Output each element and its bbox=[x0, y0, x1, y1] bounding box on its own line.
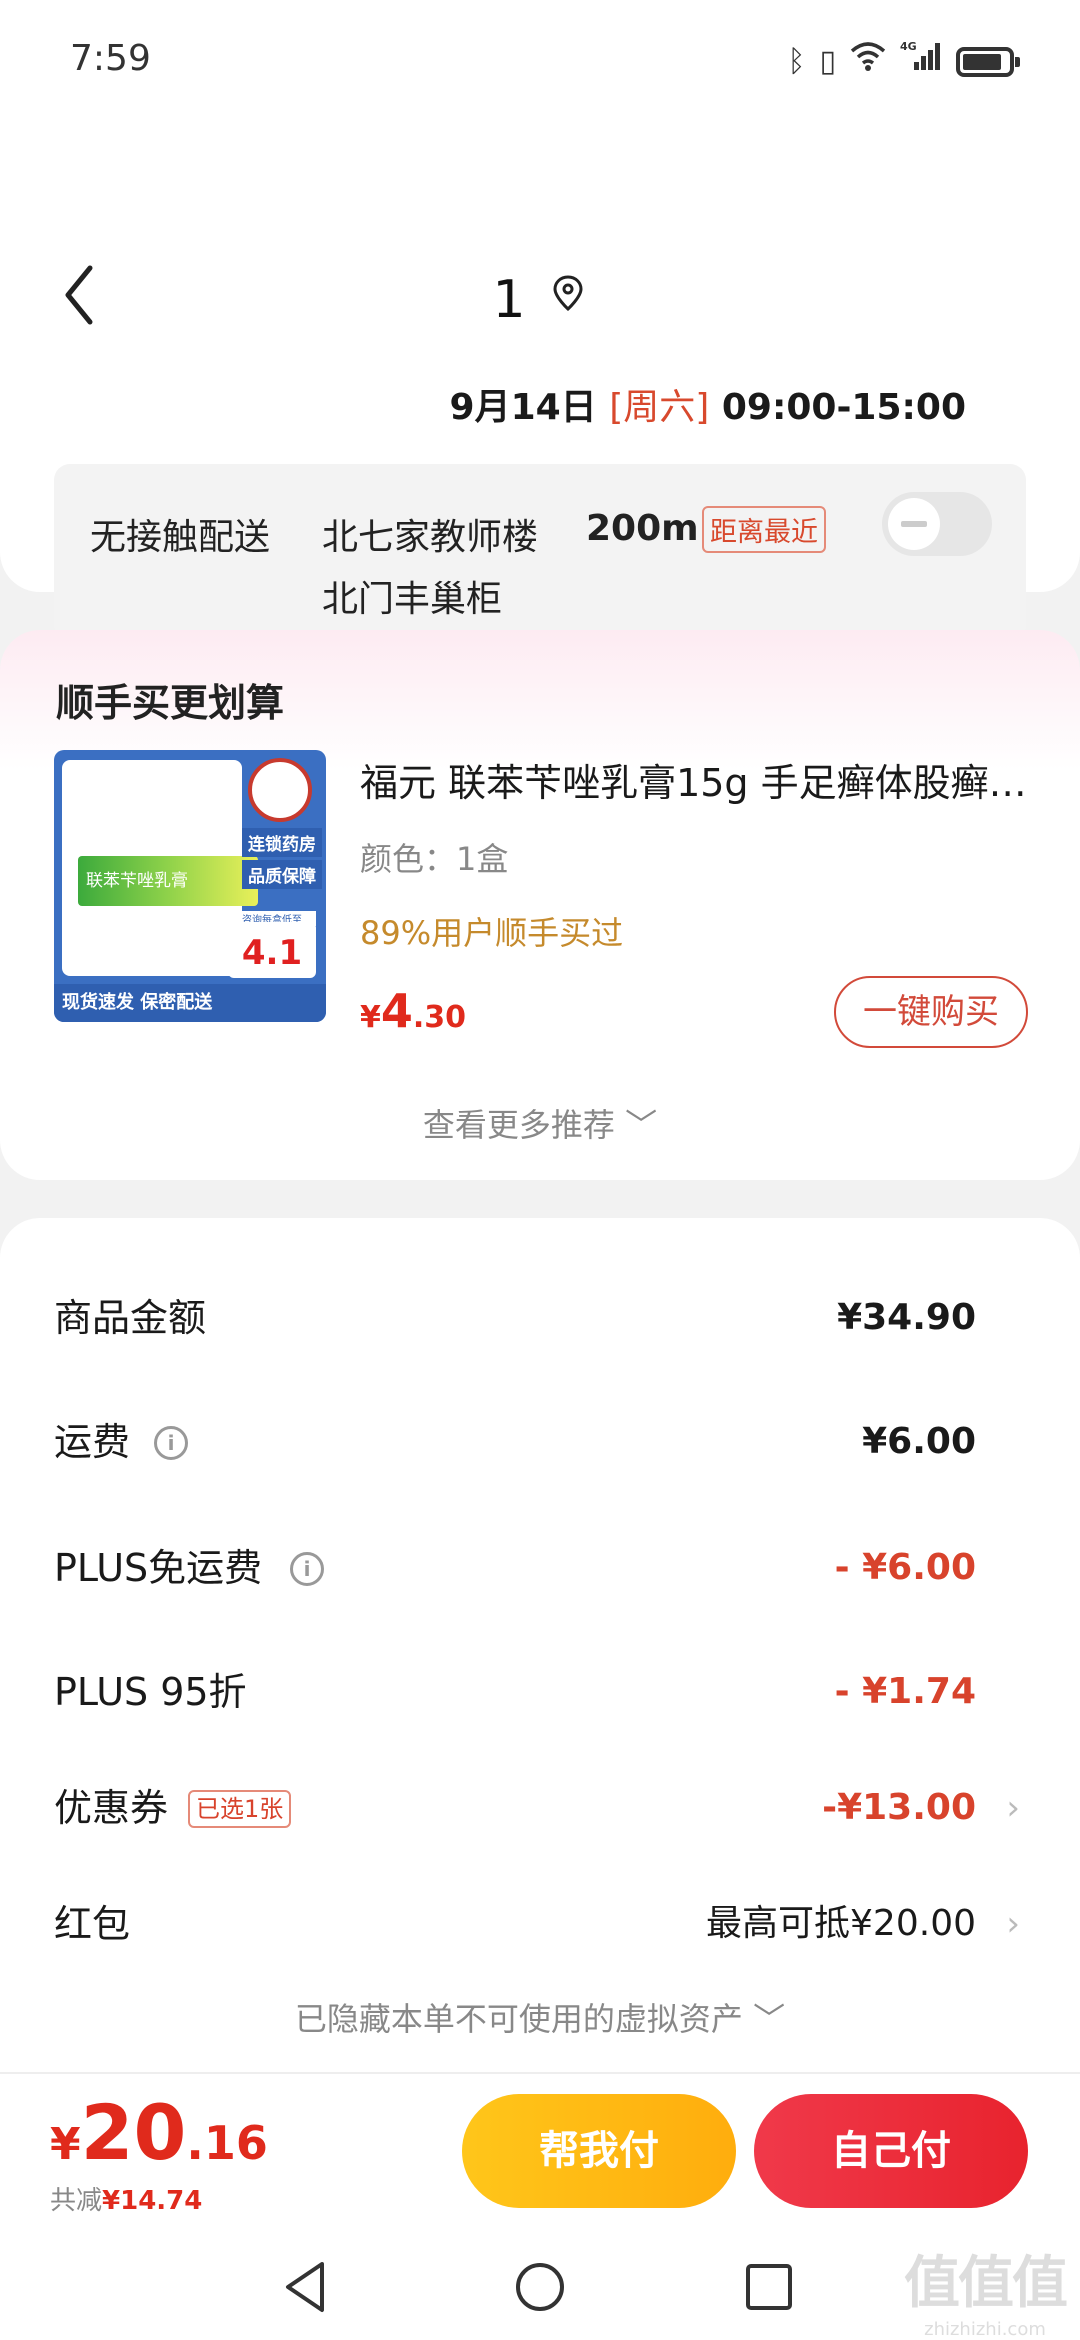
signal-4g-icon: 4G bbox=[900, 40, 942, 83]
total-price-int: 20 bbox=[80, 2088, 187, 2177]
product-image[interactable]: 联苯苄唑乳膏 连锁药房 品质保障 咨询每盒低至 4.1 现货速发 保密配送 bbox=[54, 750, 326, 1022]
total-price: ¥20.16 bbox=[50, 2088, 268, 2177]
quick-buy-button[interactable]: 一键购买 bbox=[834, 976, 1028, 1048]
price-breakdown-card bbox=[0, 1218, 1080, 2090]
product-price: ¥4.30 bbox=[360, 984, 466, 1038]
coupon-row[interactable]: 优惠券 已选1张 -¥13.00 › bbox=[54, 1778, 1026, 1838]
bluetooth-icon: ᛒ bbox=[787, 43, 806, 79]
wifi-icon bbox=[850, 41, 886, 82]
product-image-banner: 现货速发 保密配送 bbox=[54, 984, 326, 1022]
product-image-tag1: 连锁药房 bbox=[242, 828, 322, 857]
order-header-card: 1 9月14日 [周六] 09:00-15:00 无接触配送 北七家教师楼 北门… bbox=[0, 120, 1080, 642]
contactless-label: 无接触配送 bbox=[90, 517, 271, 558]
chevron-right-icon: › bbox=[1006, 1788, 1020, 1828]
delivery-window: 09:00-15:00 bbox=[721, 387, 966, 428]
shipping-info-icon[interactable]: i bbox=[154, 1426, 188, 1460]
pharmacy-logo bbox=[248, 758, 312, 822]
checkout-bar: ¥20.16 共减¥14.74 帮我付 自己付 bbox=[0, 2072, 1080, 2232]
pay-myself-button[interactable]: 自己付 bbox=[754, 2094, 1028, 2208]
nav-recents-icon[interactable] bbox=[734, 2252, 804, 2322]
chevron-right-icon: › bbox=[1006, 1904, 1020, 1944]
watermark-logo: 值值值 bbox=[904, 2251, 1068, 2316]
subtotal-label: 商品金额 bbox=[54, 1296, 207, 1340]
plus-free-shipping-value: - ¥6.00 bbox=[834, 1547, 976, 1588]
page-title[interactable]: 1 bbox=[0, 270, 1080, 330]
price-symbol: ¥ bbox=[360, 1000, 381, 1035]
pickup-location: 北七家教师楼 北门丰巢柜 bbox=[322, 508, 538, 622]
nav-home-icon[interactable] bbox=[505, 2252, 575, 2322]
plus-discount-label: PLUS 95折 bbox=[54, 1670, 247, 1714]
product-image-tube: 联苯苄唑乳膏 bbox=[78, 856, 258, 906]
pickup-name-line1: 北七家教师楼 bbox=[322, 517, 539, 558]
coupon-value: -¥13.00 bbox=[822, 1787, 976, 1828]
hidden-assets-toggle[interactable]: 已隐藏本单不可使用的虚拟资产 ﹀ bbox=[0, 1994, 1080, 2040]
help-me-pay-button[interactable]: 帮我付 bbox=[462, 2094, 736, 2208]
subtotal-row: 商品金额 ¥34.90 bbox=[54, 1288, 1026, 1348]
shipping-value: ¥6.00 bbox=[862, 1421, 976, 1462]
pickup-distance: 200m bbox=[586, 508, 699, 549]
total-saved[interactable]: 共减¥14.74 bbox=[50, 2180, 202, 2217]
plus-free-shipping-label: PLUS免运费 bbox=[54, 1546, 263, 1590]
pickup-option[interactable]: 无接触配送 北七家教师楼 北门丰巢柜 200m 距离最近 bbox=[54, 464, 1026, 642]
total-price-symbol: ¥ bbox=[50, 2119, 81, 2170]
subtotal-value: ¥34.90 bbox=[837, 1297, 976, 1338]
contactless-toggle[interactable] bbox=[882, 492, 992, 556]
status-icons: ᛒ ▯ 4G bbox=[787, 40, 1020, 83]
status-time: 7:59 bbox=[70, 38, 151, 79]
location-pin-icon bbox=[553, 275, 583, 312]
saved-label: 共减 bbox=[50, 2186, 103, 2216]
delivery-time[interactable]: 9月14日 [周六] 09:00-15:00 bbox=[450, 378, 966, 430]
delivery-weekday: [周六] bbox=[609, 387, 710, 428]
price-dec: .30 bbox=[412, 1000, 467, 1035]
price-int: 4 bbox=[380, 984, 413, 1038]
red-packet-value: 最高可抵¥20.00 bbox=[706, 1903, 976, 1944]
address-title: 1 bbox=[492, 270, 526, 330]
pickup-name-line2: 北门丰巢柜 bbox=[322, 579, 503, 620]
plus-discount-row: PLUS 95折 - ¥1.74 bbox=[54, 1662, 1026, 1722]
delivery-date: 9月14日 bbox=[449, 387, 597, 428]
upsell-title: 顺手买更划算 bbox=[56, 681, 285, 725]
plus-free-shipping-row: PLUS免运费 i - ¥6.00 bbox=[54, 1538, 1026, 1598]
battery-icon bbox=[956, 46, 1020, 77]
upsell-card: 顺手买更划算 联苯苄唑乳膏 连锁药房 品质保障 咨询每盒低至 4.1 现货速发 … bbox=[0, 630, 1080, 1180]
more-recommendations-link[interactable]: 查看更多推荐 ﹀ bbox=[0, 1100, 1080, 1146]
watermark-url: zhizhizhi.com bbox=[924, 2319, 1046, 2340]
coupon-selected-badge: 已选1张 bbox=[188, 1790, 292, 1828]
nearest-badge: 距离最近 bbox=[702, 506, 826, 553]
product-spec: 颜色：1盒 bbox=[360, 840, 509, 878]
coupon-label: 优惠券 bbox=[54, 1786, 169, 1830]
vibrate-icon: ▯ bbox=[819, 43, 836, 79]
saved-amount: ¥14.74 bbox=[102, 2186, 203, 2216]
shipping-row: 运费 i ¥6.00 bbox=[54, 1412, 1026, 1472]
red-packet-row[interactable]: 红包 最高可抵¥20.00 › bbox=[54, 1894, 1026, 1954]
nav-back-icon[interactable] bbox=[272, 2252, 342, 2322]
total-price-dec: .16 bbox=[186, 2116, 268, 2170]
watermark: 值值值 zhizhizhi.com bbox=[904, 2238, 1068, 2340]
product-name[interactable]: 福元 联苯苄唑乳膏15g 手足癣体股癣花斑癣 bbox=[360, 752, 1040, 807]
product-image-tag2: 品质保障 bbox=[242, 860, 322, 889]
toggle-knob bbox=[888, 498, 940, 550]
product-image-score: 4.1 bbox=[228, 922, 316, 978]
shipping-label: 运费 bbox=[54, 1420, 131, 1464]
plus-shipping-info-icon[interactable]: i bbox=[290, 1552, 324, 1586]
red-packet-label: 红包 bbox=[54, 1902, 131, 1946]
network-label: 4G bbox=[900, 40, 917, 53]
product-social-proof: 89%用户顺手买过 bbox=[360, 914, 624, 952]
plus-discount-value: - ¥1.74 bbox=[834, 1671, 976, 1712]
status-bar: 7:59 ᛒ ▯ 4G bbox=[0, 0, 1080, 120]
